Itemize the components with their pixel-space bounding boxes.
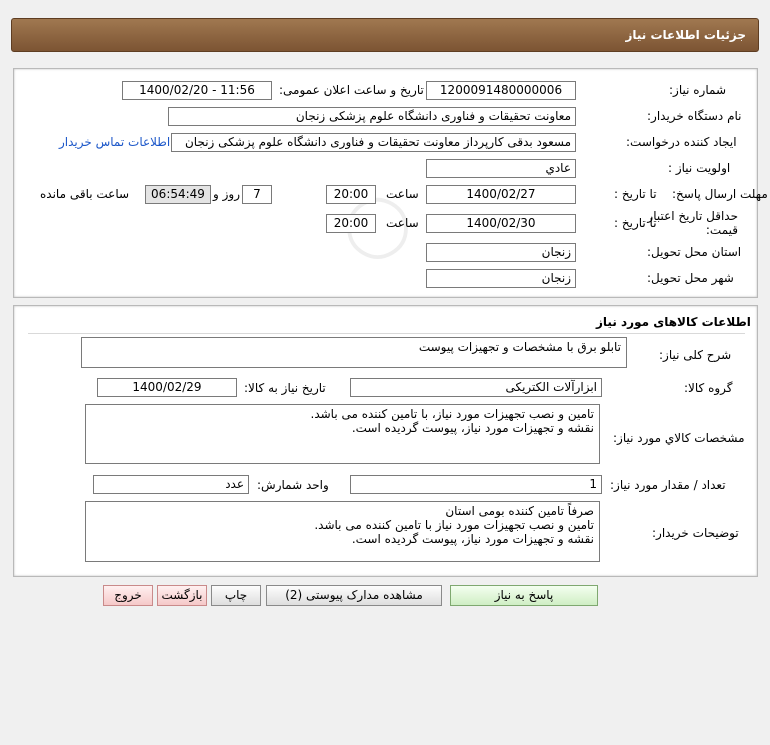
reply-time-label: ساعت [386,187,419,201]
buyer-org-field: معاونت تحقیقات و فناوری دانشگاه علوم پزش… [168,107,576,126]
group-field: ابزارآلات الکتریکی [350,378,602,397]
need-date-field: 1400/02/29 [97,378,237,397]
attachments-button[interactable]: مشاهده مدارک پیوستی (2) [266,585,442,606]
goods-panel: اطلاعات کالاهای مورد نیاز شرح کلی نیاز: … [13,305,758,577]
notes-line-3: نقشه و تجهیزات مورد نیاز، پیوست گردیده ا… [351,532,594,546]
reply-to-date-label: تا تاریخ : [614,187,657,201]
qty-label: تعداد / مقدار مورد نیاز: [610,478,726,492]
buyer-contact-link[interactable]: اطلاعات تماس خریدار [59,135,170,149]
group-label: گروه کالا: [684,381,733,395]
city-label: شهر محل تحویل: [647,271,734,285]
buyer-org-label: نام دستگاه خریدار: [647,109,742,123]
announce-field: 1400/02/20 - 11:56 [122,81,272,100]
validity-to-date-label: تا تاریخ : [614,216,657,230]
priority-field: عادي [426,159,576,178]
need-number-label: شماره نیاز: [669,83,726,97]
reply-time-field: 20:00 [326,185,376,204]
section-divider [28,333,745,334]
days-count-field: 7 [242,185,272,204]
notes-field: صرفاً تامین کننده بومی استان تامین و نصب… [85,501,600,562]
need-date-label: تاریخ نیاز به کالا: [244,381,326,395]
page-title: جزئیات اطلاعات نیاز [625,28,746,42]
goods-section-title: اطلاعات کالاهای مورد نیاز [596,315,751,329]
unit-label: واحد شمارش: [257,478,329,492]
specs-label: مشخصات کالاي مورد نیاز: [613,431,745,445]
need-details-panel: ◯ شماره نیاز: 1200091480000006 تاریخ و س… [13,68,768,298]
priority-label: اولویت نیاز : [668,161,731,175]
page-title-bar: جزئیات اطلاعات نیاز [11,18,759,52]
validity-time-field: 20:00 [326,214,376,233]
summary-label: شرح کلی نیاز: [659,348,732,362]
back-button[interactable]: بازگشت [157,585,207,606]
province-field: زنجان [426,243,576,262]
specs-line-1: تامین و نصب تجهیزات مورد نیاز، با تامین … [310,407,595,421]
reply-button[interactable]: پاسخ به نیاز [450,585,598,606]
province-label: استان محل تحویل: [647,245,742,259]
notes-line-2: تامین و نصب تجهیزات مورد نیاز با تامین ک… [314,518,594,532]
announce-label: تاریخ و ساعت اعلان عمومی: [279,83,424,97]
city-field: زنجان [426,269,576,288]
exit-button[interactable]: خروج [103,585,153,606]
remaining-time-field: 06:54:49 [145,185,211,204]
days-label: روز و [213,187,240,201]
validity-date-field: 1400/02/30 [426,214,576,233]
notes-label: توضیحات خریدار: [652,526,739,540]
qty-field: 1 [350,475,602,494]
validity-time-label: ساعت [386,216,419,230]
specs-field: تامین و نصب تجهیزات مورد نیاز، با تامین … [85,404,600,464]
notes-line-1: صرفاً تامین کننده بومی استان [445,504,594,518]
print-button[interactable]: چاپ [211,585,261,606]
requester-field: مسعود بدقی کارپرداز معاونت تحقیقات و فنا… [171,133,576,152]
reply-deadline-label: مهلت ارسال پاسخ: [672,187,768,201]
specs-line-2: نقشه و تجهیزات مورد نیاز، پیوست گردیده ا… [351,421,594,435]
summary-text: تابلو برق با مشخصات و تجهیزات پیوست [418,340,621,354]
remaining-label: ساعت باقی مانده [40,187,130,201]
requester-label: ایجاد کننده درخواست: [626,135,737,149]
unit-field: عدد [93,475,249,494]
summary-field: تابلو برق با مشخصات و تجهیزات پیوست [81,337,627,368]
reply-date-field: 1400/02/27 [426,185,576,204]
need-number-field: 1200091480000006 [426,81,576,100]
